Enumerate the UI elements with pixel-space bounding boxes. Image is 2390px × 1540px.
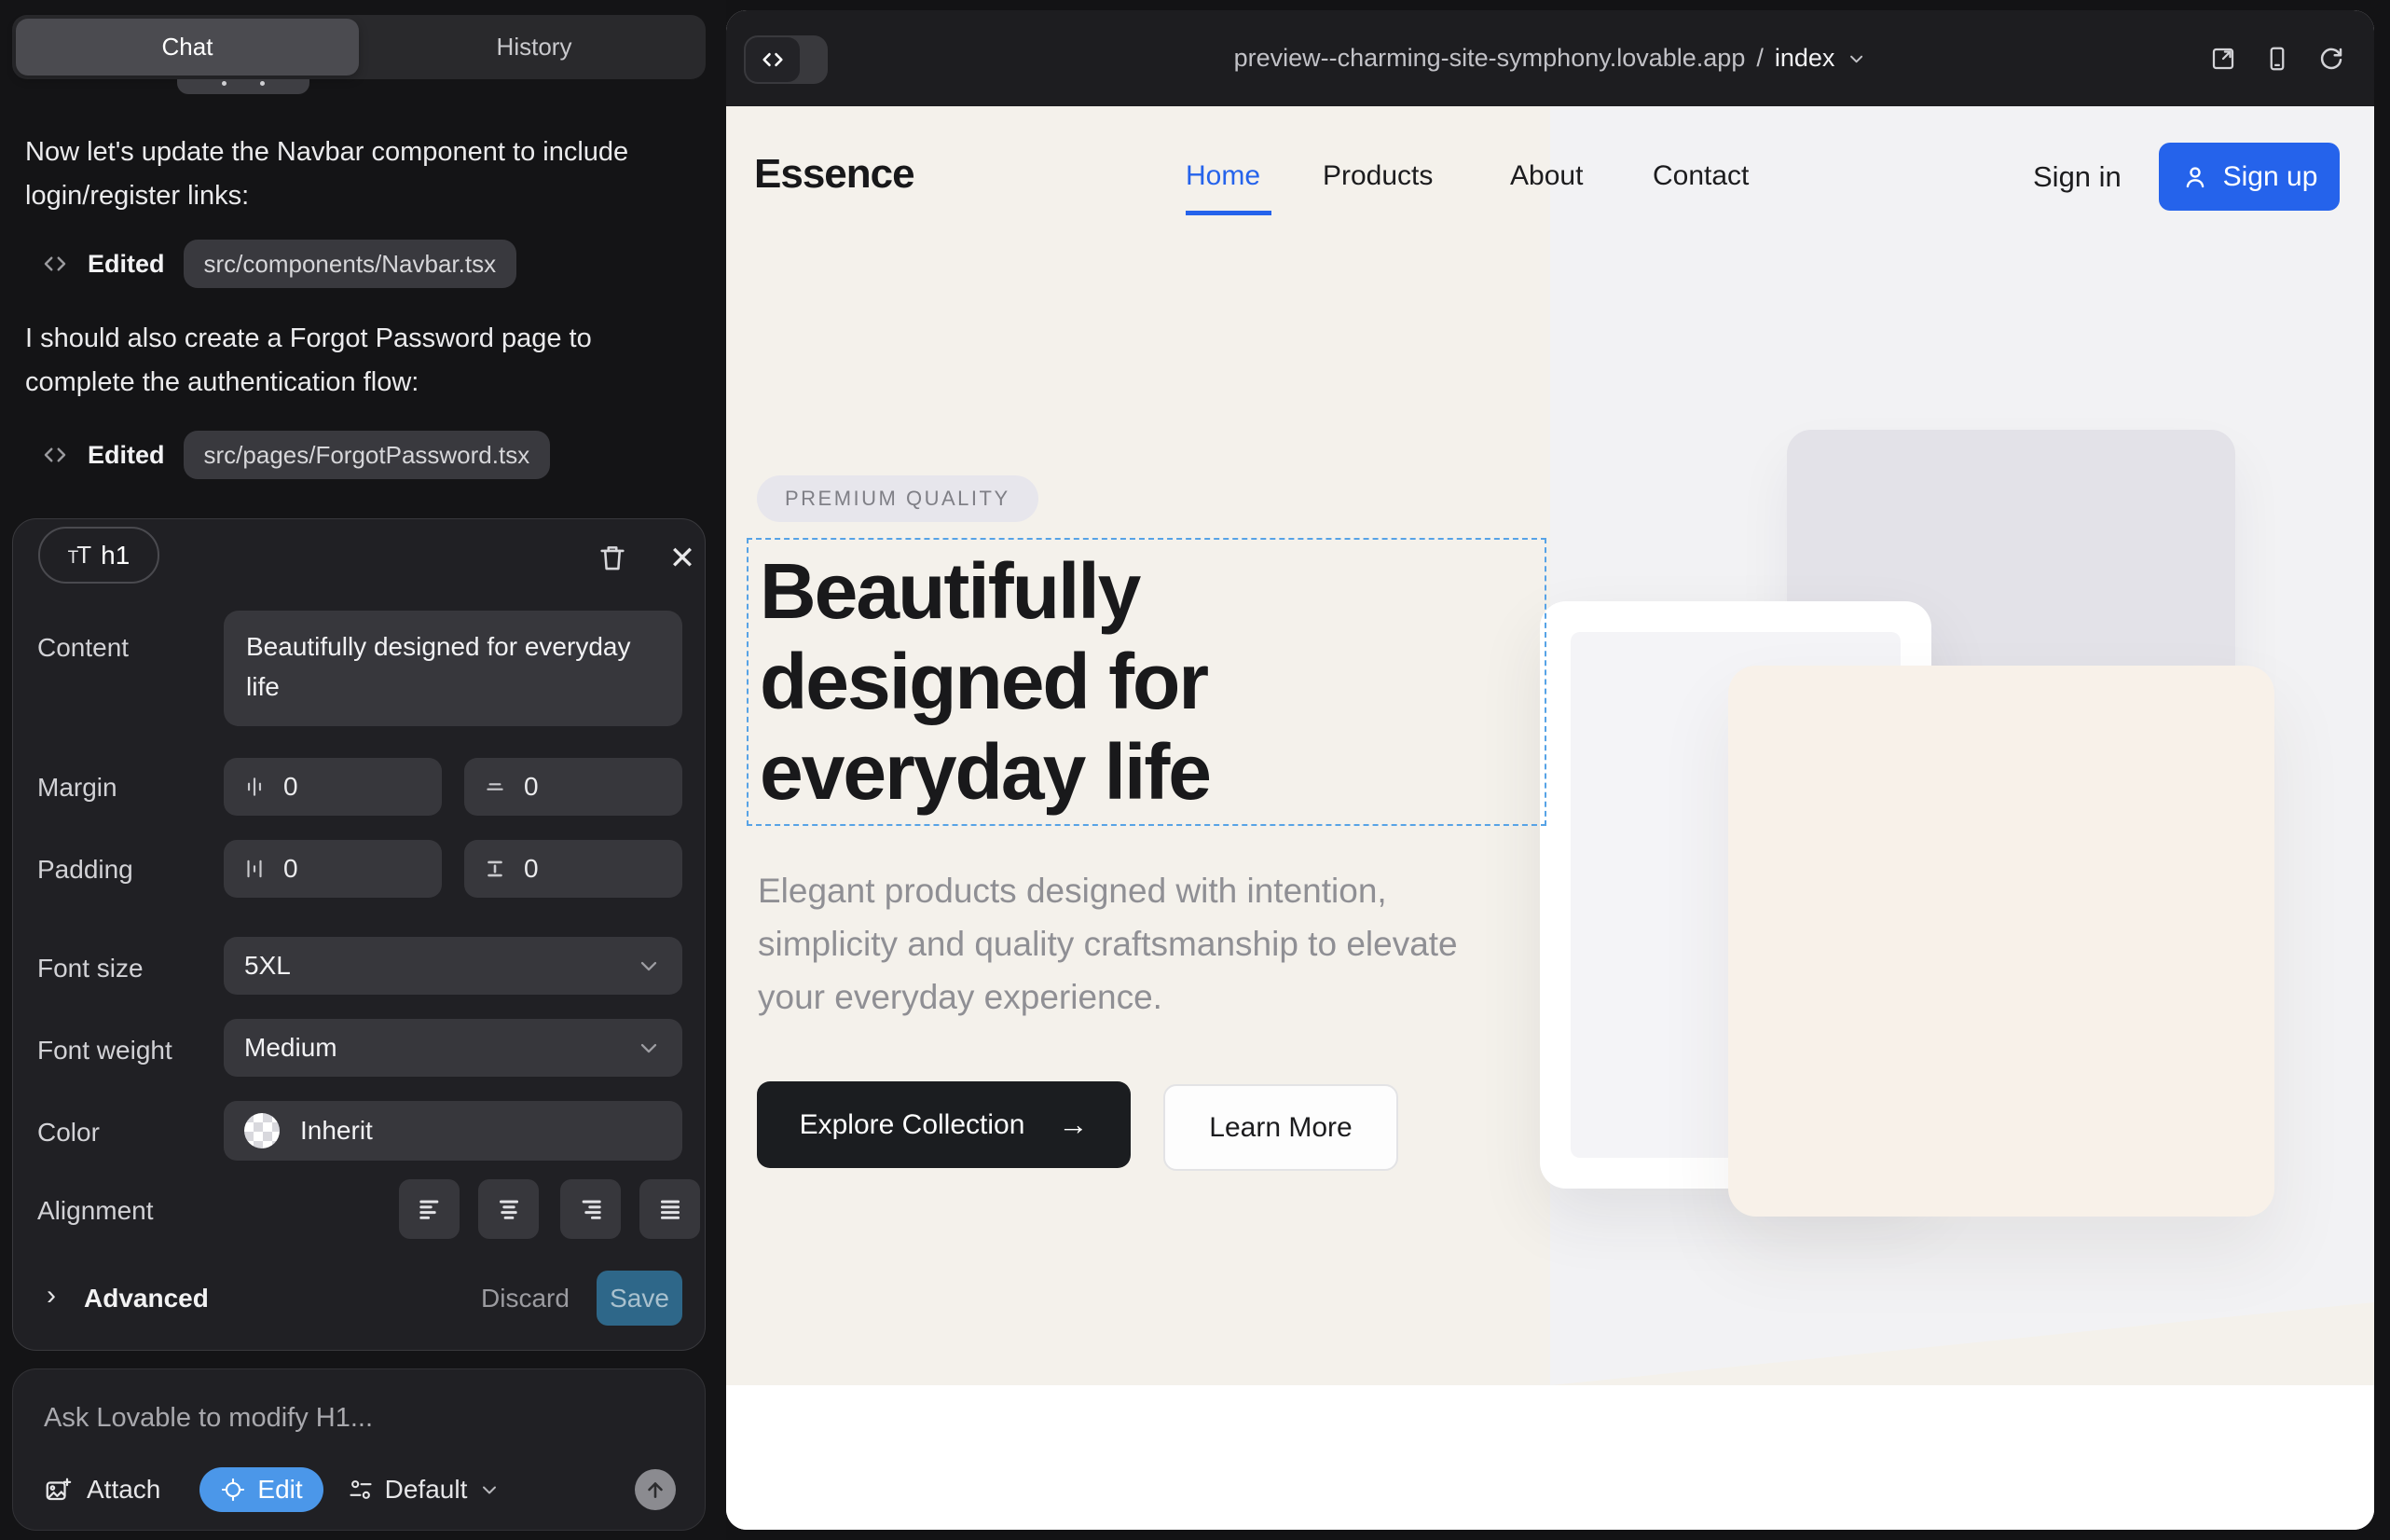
chevron-down-icon (478, 1478, 501, 1501)
align-justify-button[interactable] (639, 1179, 700, 1239)
discard-button[interactable]: Discard (481, 1284, 570, 1313)
chevron-down-icon (636, 953, 662, 979)
margin-horizontal-icon (242, 775, 267, 799)
delete-element-button[interactable] (597, 542, 630, 575)
color-select[interactable]: Inherit (224, 1101, 682, 1161)
color-swatch (244, 1113, 280, 1148)
content-input[interactable]: Beautifully designed for everyday life (224, 611, 682, 726)
premium-quality-badge: PREMIUM QUALITY (757, 475, 1038, 522)
selected-element-chip[interactable]: TT h1 (38, 527, 159, 584)
element-editor-panel: TT h1 ✕ Content Beautifully designed for… (12, 518, 706, 1351)
chat-sidebar: Chat History Now let's update the Navbar… (0, 0, 726, 1540)
edited-file-row: Edited src/components/Navbar.tsx (41, 240, 516, 288)
learn-more-button[interactable]: Learn More (1163, 1084, 1398, 1171)
tab-history[interactable]: History (363, 15, 706, 79)
nav-link-products[interactable]: Products (1323, 160, 1433, 192)
color-label: Color (37, 1118, 100, 1148)
padding-label: Padding (37, 855, 133, 885)
target-icon (220, 1477, 246, 1503)
mobile-view-icon[interactable] (2263, 45, 2291, 73)
chat-message: I should also create a Forgot Password p… (25, 317, 668, 405)
scrolled-message-pill (177, 79, 309, 94)
open-external-icon[interactable] (2209, 45, 2237, 73)
edit-mode-button[interactable]: Edit (199, 1467, 323, 1512)
explore-collection-button[interactable]: Explore Collection → (757, 1081, 1131, 1168)
element-selection-outline[interactable] (747, 538, 1546, 826)
padding-vertical-icon (483, 857, 507, 881)
sidebar-tabbar: Chat History (12, 15, 706, 79)
preview-topbar: preview--charming-site-symphony.lovable.… (726, 10, 2374, 106)
font-weight-select[interactable]: Medium (224, 1019, 682, 1077)
close-icon[interactable]: ✕ (666, 542, 699, 575)
default-model-select[interactable]: Default (348, 1475, 501, 1505)
section-below-hero (726, 1385, 2374, 1530)
chevron-down-icon (1846, 48, 1866, 69)
text-type-icon: TT (68, 541, 90, 570)
hero-paragraph: Elegant products designed with intention… (758, 864, 1504, 1024)
chevron-down-icon (636, 1035, 662, 1061)
nav-active-underline (1186, 211, 1271, 215)
site-content: Essence Home Products About Contact Sign… (726, 106, 2374, 1530)
margin-y-input[interactable]: 0 (464, 758, 682, 816)
code-view-icon (746, 37, 800, 82)
sign-in-link[interactable]: Sign in (2033, 160, 2122, 194)
margin-label: Margin (37, 773, 117, 803)
align-center-button[interactable] (478, 1179, 539, 1239)
chat-composer: Ask Lovable to modify H1... Attach Edit (12, 1368, 706, 1531)
nav-link-about[interactable]: About (1510, 160, 1583, 192)
padding-y-input[interactable]: 0 (464, 840, 682, 898)
save-button[interactable]: Save (597, 1271, 682, 1326)
user-icon (2181, 163, 2209, 191)
code-icon (41, 250, 69, 278)
code-preview-toggle[interactable] (744, 35, 828, 84)
file-pill[interactable]: src/pages/ForgotPassword.tsx (184, 431, 551, 479)
site-preview-window: preview--charming-site-symphony.lovable.… (726, 10, 2374, 1530)
font-weight-label: Font weight (37, 1036, 172, 1066)
advanced-toggle[interactable]: Advanced (84, 1284, 209, 1313)
font-size-select[interactable]: 5XL (224, 937, 682, 995)
lovable-app: Chat History Now let's update the Navbar… (0, 0, 2390, 1540)
align-right-button[interactable] (560, 1179, 621, 1239)
padding-x-input[interactable]: 0 (224, 840, 442, 898)
content-label: Content (37, 633, 129, 663)
file-pill[interactable]: src/components/Navbar.tsx (184, 240, 517, 288)
preview-url[interactable]: preview--charming-site-symphony.lovable.… (1234, 10, 1867, 106)
margin-x-input[interactable]: 0 (224, 758, 442, 816)
site-brand[interactable]: Essence (754, 151, 914, 198)
nav-link-contact[interactable]: Contact (1653, 160, 1749, 192)
chat-message: Now let's update the Navbar component to… (25, 131, 668, 218)
hero-card-cream (1728, 666, 2274, 1217)
sliders-icon (348, 1477, 374, 1503)
composer-input[interactable]: Ask Lovable to modify H1... (44, 1403, 373, 1434)
edited-label: Edited (88, 441, 165, 470)
attach-image-icon (44, 1476, 72, 1504)
alignment-label: Alignment (37, 1196, 154, 1226)
edited-label: Edited (88, 250, 165, 279)
arrow-right-icon: → (1058, 1107, 1088, 1142)
font-size-label: Font size (37, 954, 144, 983)
composer-toolbar: Attach Edit Default (44, 1466, 676, 1513)
refresh-icon[interactable] (2317, 45, 2345, 73)
attach-button[interactable]: Attach (44, 1475, 160, 1505)
sign-up-button[interactable]: Sign up (2159, 143, 2340, 211)
send-button[interactable] (635, 1469, 676, 1510)
margin-vertical-icon (483, 775, 507, 799)
advanced-chevron-icon: › (47, 1280, 56, 1312)
tab-chat[interactable]: Chat (16, 19, 359, 76)
element-tag: h1 (101, 541, 130, 571)
align-left-button[interactable] (399, 1179, 460, 1239)
padding-horizontal-icon (242, 857, 267, 881)
preview-actions (2209, 10, 2345, 106)
edited-file-row: Edited src/pages/ForgotPassword.tsx (41, 431, 550, 479)
code-icon (41, 441, 69, 469)
nav-link-home[interactable]: Home (1186, 160, 1260, 192)
